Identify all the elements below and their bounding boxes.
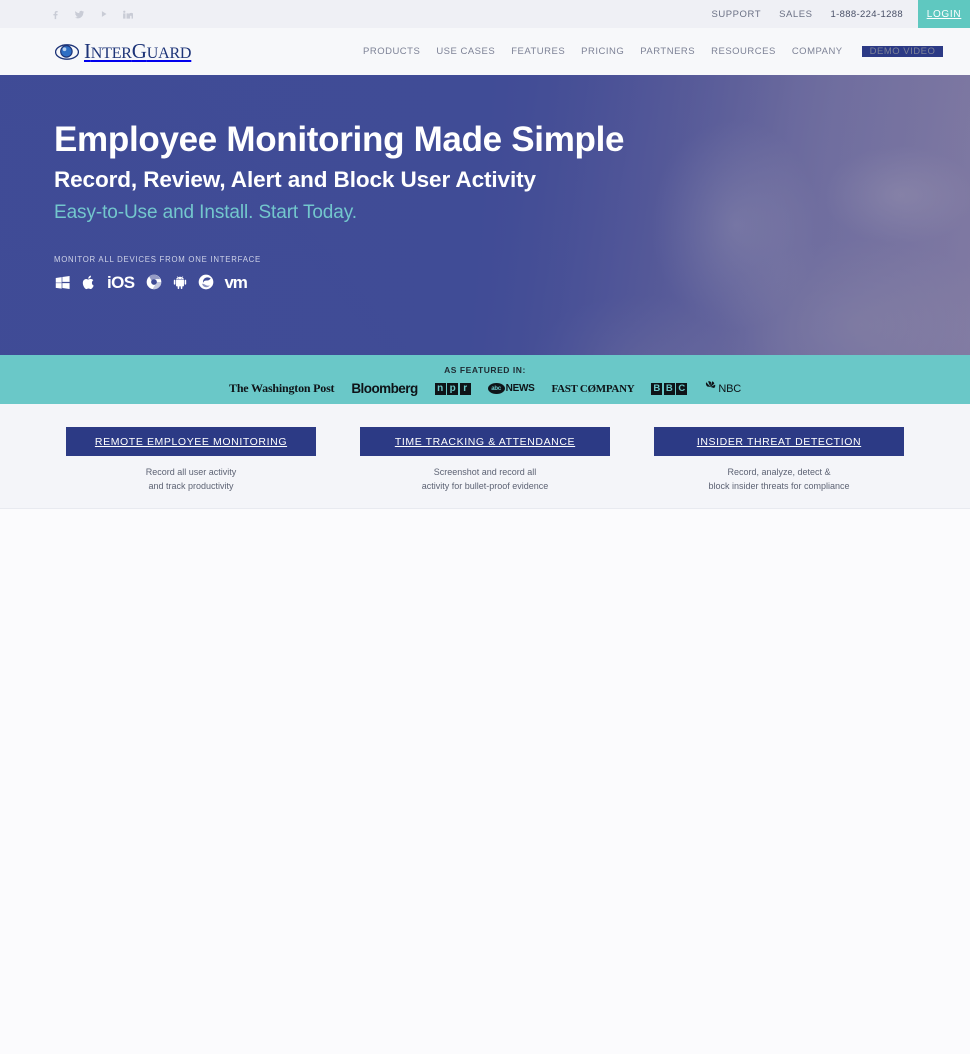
npr-letter-n: n [434,382,446,395]
interguard-eye-icon [54,40,80,64]
time-tracking-attendance-button[interactable]: TIME TRACKING & ATTENDANCE [360,427,610,456]
abc-news-text: NEWS [505,383,535,394]
card-desc-line-1: Screenshot and record all [433,467,537,477]
remote-monitoring-description: Record all user activity and track produ… [66,466,316,494]
support-link[interactable]: SUPPORT [702,0,770,28]
washington-post-logo: The Washington Post [229,381,335,395]
npr-letter-r: r [459,382,471,395]
feature-card-time-tracking: TIME TRACKING & ATTENDANCE Screenshot an… [360,427,610,494]
bbc-letter-c: C [676,382,688,395]
remote-employee-monitoring-button[interactable]: REMOTE EMPLOYEE MONITORING [66,427,316,456]
hero-subheadline: Record, Review, Alert and Block User Act… [54,166,536,192]
bbc-letter-b2: B [663,382,675,395]
windows-icon [54,274,71,291]
npr-logo: n p r [434,382,471,395]
feature-card-remote-monitoring: REMOTE EMPLOYEE MONITORING Record all us… [66,427,316,494]
bloomberg-logo: Bloomberg [351,381,418,396]
card-desc-line-2: activity for bullet-proof evidence [421,480,549,491]
site-logo[interactable]: INTERGUARD [54,39,192,64]
feature-cards-row: REMOTE EMPLOYEE MONITORING Record all us… [0,427,970,494]
abc-oval: abc [487,383,505,394]
card-desc-line-1: Record all user activity [145,467,237,477]
browser-icon [198,274,214,290]
linkedin-icon[interactable] [122,8,133,21]
nav-item-features[interactable]: FEATURES [503,46,573,57]
hero-headline: Employee Monitoring Made Simple [54,120,625,159]
card-desc-line-2: block insider threats for compliance [708,480,850,491]
primary-navigation: PRODUCTS USE CASES FEATURES PRICING PART… [355,28,944,75]
feature-card-insider-threat: INSIDER THREAT DETECTION Record, analyze… [654,427,904,494]
facebook-icon[interactable] [50,8,61,21]
nav-item-partners[interactable]: PARTNERS [632,46,703,57]
page-bottom-area [0,509,970,1054]
media-logos-list: The Washington Post Bloomberg n p r abc … [229,380,741,398]
main-header: INTERGUARD PRODUCTS USE CASES FEATURES P… [0,28,970,75]
fast-company-logo: FAST CØMPANY [551,382,635,395]
nbc-logo: NBC [704,380,741,398]
card-desc-line-1: Record, analyze, detect & [727,467,831,477]
nav-item-use-cases[interactable]: USE CASES [428,46,503,57]
as-featured-in-band: AS FEATURED IN: The Washington Post Bloo… [0,355,970,404]
top-right-links: SUPPORT SALES 1-888-224-1288 LOGIN [702,0,970,28]
phone-link[interactable]: 1-888-224-1288 [821,0,912,28]
demo-video-button[interactable]: DEMO VIDEO [861,46,944,57]
login-button[interactable]: LOGIN [918,0,970,28]
nav-item-products[interactable]: PRODUCTS [355,46,428,57]
logo-wordmark: INTERGUARD [84,39,192,63]
npr-letter-p: p [447,382,459,395]
chrome-icon [146,274,162,290]
nbc-peacock-icon [704,380,717,398]
sales-link[interactable]: SALES [770,0,821,28]
youtube-icon[interactable] [98,8,109,21]
ios-icon: iOS [107,272,135,292]
card-desc-line-2: and track productivity [148,480,234,491]
vmware-icon: vm [224,272,248,292]
feature-cards-section: REMOTE EMPLOYEE MONITORING Record all us… [0,404,970,508]
insider-threat-description: Record, analyze, detect & block insider … [654,466,904,494]
time-tracking-description: Screenshot and record all activity for b… [360,466,610,494]
nav-item-pricing[interactable]: PRICING [573,46,632,57]
top-utility-bar: SUPPORT SALES 1-888-224-1288 LOGIN [0,0,970,28]
insider-threat-detection-button[interactable]: INSIDER THREAT DETECTION [654,427,904,456]
nbc-text: NBC [718,382,741,395]
abc-news-logo: abc NEWS [487,383,535,394]
hero-section: Employee Monitoring Made Simple Record, … [0,75,970,355]
nav-item-resources[interactable]: RESOURCES [703,46,784,57]
android-icon [173,274,187,290]
supported-devices-list: iOS vm [54,271,970,293]
hero-tagline: Easy-to-Use and Install. Start Today. [54,201,357,223]
nav-item-company[interactable]: COMPANY [784,46,851,57]
twitter-icon[interactable] [74,8,85,21]
devices-label: MONITOR ALL DEVICES FROM ONE INTERFACE [54,255,261,265]
as-featured-in-label: AS FEATURED IN: [444,364,526,375]
bbc-letter-b1: B [651,382,663,395]
apple-icon [82,274,96,291]
bbc-logo: B B C [651,382,688,395]
social-links [50,8,133,21]
